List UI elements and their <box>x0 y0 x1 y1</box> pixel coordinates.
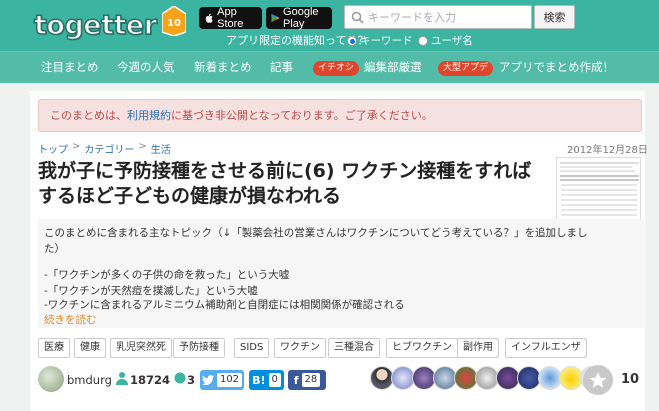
notice-text-before: このまとめは、 <box>50 109 127 122</box>
breadcrumb-separator: > <box>138 141 147 152</box>
anniversary-badge-icon: 10 <box>162 6 186 36</box>
twitter-bird-icon <box>201 375 214 385</box>
nav-new[interactable]: 新着まとめ <box>194 52 252 84</box>
facebook-share-count: 28 <box>301 373 321 387</box>
google-play-label: Google Play <box>283 6 319 30</box>
topic-description: このまとめに含まれる主なトピック（↓「製薬会社の営業さんはワクチンについてどう考… <box>38 219 644 328</box>
star-icon <box>589 372 607 388</box>
hatena-bookmark-count: 0 <box>268 373 281 387</box>
search-box <box>344 5 532 29</box>
views-person-icon <box>116 372 128 385</box>
search-icon <box>351 11 364 24</box>
tag-item[interactable]: 医療 <box>38 338 70 358</box>
description-line: -「ワクチンが天然痘を撲滅した」という大嘘 <box>44 285 258 297</box>
tag-item[interactable]: ワクチン <box>274 338 326 358</box>
description-line: た） <box>44 243 65 255</box>
breadcrumb-separator: > <box>72 141 81 152</box>
radio-keyword-label: キーワード <box>360 35 413 47</box>
author-avatar[interactable] <box>38 366 64 392</box>
twitter-share-button[interactable]: 102 <box>200 370 244 390</box>
facebook-share-button[interactable]: f 28 <box>288 370 326 390</box>
tag-item[interactable]: SIDS <box>234 338 270 358</box>
app-store-button[interactable]: App Store <box>199 6 262 30</box>
publish-date: 2012年12月28日 <box>567 145 648 156</box>
google-play-icon <box>271 13 280 23</box>
nav-articles[interactable]: 記事 <box>270 52 293 84</box>
view-count: 18724 <box>130 373 171 387</box>
apple-icon <box>205 13 213 23</box>
hatena-b-icon: B! <box>252 373 266 387</box>
notice-text-after: に基づき非公開となっております。ご了承ください。 <box>171 109 433 122</box>
site-header: togetter 10 App Store Google Play アプリ限定の… <box>0 0 659 51</box>
terms-link[interactable]: 利用規約 <box>127 109 171 122</box>
logo-text: togetter <box>33 9 158 42</box>
private-notice: このまとめは、利用規約に基づき非公開となっております。ご了承ください。 <box>38 99 642 132</box>
comment-icon <box>174 372 186 384</box>
radio-username-label: ユーザ名 <box>431 35 473 47</box>
author-name[interactable]: bmdurg <box>67 373 112 387</box>
tag-item[interactable]: 副作用 <box>457 338 499 358</box>
description-line: -ワクチンに含まれるアルミニウム補助剤と自閉症には相関関係が確認される <box>44 299 405 311</box>
tag-item[interactable]: 健康 <box>74 338 106 358</box>
comment-count: 3 <box>187 373 196 387</box>
tag-item[interactable]: インフルエンザ <box>505 338 587 358</box>
radio-keyword-dot[interactable] <box>347 35 357 46</box>
main-nav: 注目まとめ 今週の人気 新着まとめ 記事 イチオシ 編集部厳選 大型アプデ アプ… <box>0 51 659 83</box>
nav-featured[interactable]: 注目まとめ <box>41 52 99 84</box>
favorite-button[interactable] <box>583 365 613 395</box>
tag-item[interactable]: 三種混合 <box>328 338 380 358</box>
facebook-f-icon: f <box>293 373 299 387</box>
breadcrumb-category[interactable]: カテゴリー <box>84 141 134 156</box>
description-line: -「ワクチンが多くの子供の命を救った」という大嘘 <box>44 269 290 281</box>
search-button[interactable]: 検索 <box>534 5 575 29</box>
radio-keyword[interactable]: キーワード <box>347 33 413 48</box>
favorite-count: 10 <box>621 372 640 387</box>
logo-badge-text: 10 <box>167 18 181 29</box>
page-title: 我が子に予防接種をさせる前に(6) ワクチン接種をすればするほど子どもの健康が損… <box>38 160 532 207</box>
breadcrumb-top[interactable]: トップ <box>38 141 68 156</box>
nav-create-in-app[interactable]: アプリでまとめ作成！ <box>499 52 614 84</box>
tag-item[interactable]: ヒブワクチン <box>386 338 458 358</box>
nav-update-badge: 大型アプデ <box>438 61 494 76</box>
togetter-logo[interactable]: togetter 10 <box>33 6 186 42</box>
search-input[interactable] <box>368 10 528 24</box>
author-share-row: bmdurg 18724 3 102 B! 0 f 28 10 <box>38 365 644 395</box>
tag-item[interactable]: 乳児突然死 <box>110 338 172 358</box>
read-more-link[interactable]: 続きを読む <box>44 312 97 327</box>
radio-username-dot[interactable] <box>418 35 428 46</box>
app-store-label: App Store <box>217 6 244 30</box>
nav-ichioshi-badge: イチオシ <box>313 61 360 76</box>
hatena-bookmark-button[interactable]: B! 0 <box>249 370 284 390</box>
tag-item[interactable]: 予防接種 <box>173 338 225 358</box>
description-line: このまとめに含まれる主なトピック（↓「製薬会社の営業さんはワクチンについてどう考… <box>44 227 588 239</box>
nav-weekly-popular[interactable]: 今週の人気 <box>117 52 175 84</box>
radio-username[interactable]: ユーザ名 <box>418 33 473 48</box>
nav-editors-pick[interactable]: 編集部厳選 <box>364 52 422 84</box>
breadcrumb: トップ > カテゴリー > 生活 <box>38 141 171 156</box>
breadcrumb-life[interactable]: 生活 <box>151 141 171 156</box>
twitter-share-count: 102 <box>216 373 243 387</box>
google-play-button[interactable]: Google Play <box>266 6 332 30</box>
